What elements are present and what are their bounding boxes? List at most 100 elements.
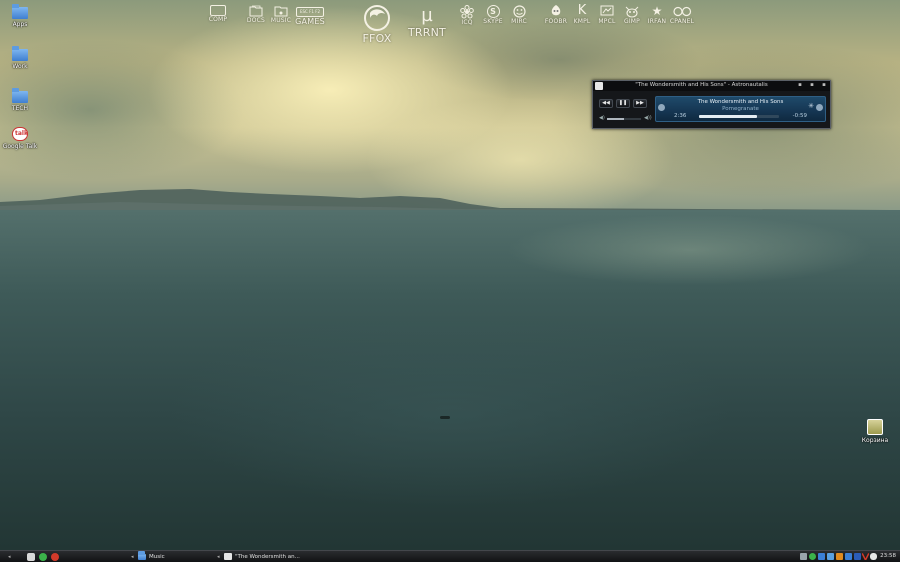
pause-button[interactable]: ❚❚ <box>616 99 630 108</box>
launcher-games[interactable]: ESC F1 F2 GAMES <box>294 7 326 26</box>
launcher-label: MUSIC <box>270 17 292 24</box>
desktop-icon-trash[interactable]: Корзина <box>855 419 895 444</box>
launcher-mirc[interactable]: MIRC <box>508 5 530 25</box>
tray-antivirus-icon[interactable] <box>862 553 869 560</box>
opera-quicklaunch-icon[interactable] <box>51 553 59 561</box>
music-icon <box>274 6 288 17</box>
seek-bar[interactable] <box>699 115 779 118</box>
launcher-docs[interactable]: DOCS <box>244 5 268 24</box>
taskbar-task-player[interactable]: "The Wondersmith an... <box>224 552 344 562</box>
mpc-icon <box>600 5 614 16</box>
desktop-icon-label: Google Talk <box>2 143 38 150</box>
now-playing-display: The Wondersmith and His Sons Pomegranate… <box>655 96 826 122</box>
task-label: "The Wondersmith an... <box>235 554 300 560</box>
quicklaunch-arrow[interactable]: ◂ <box>131 552 134 562</box>
irfanview-icon: ★ <box>651 4 663 18</box>
player-icon <box>224 553 232 560</box>
launcher-label: GAMES <box>295 17 325 26</box>
launcher-cpanel[interactable]: CPANEL <box>669 5 695 25</box>
tray-icq-icon[interactable] <box>836 553 843 560</box>
launcher-label: IRFAN <box>647 18 667 25</box>
volume-slider-fill <box>607 118 624 120</box>
display-next-icon[interactable] <box>816 104 823 111</box>
launcher-label: MPCL <box>598 18 616 25</box>
show-desktop-icon[interactable] <box>27 553 35 561</box>
launcher-label: FFOX <box>362 32 392 45</box>
desktop-icon-work[interactable]: Work <box>0 46 40 70</box>
desktop-icon-google-talk[interactable]: talk Google Talk <box>0 127 40 150</box>
launcher-ffox[interactable]: FFOX <box>357 4 397 45</box>
launcher-foobr[interactable]: FOOBR <box>544 4 568 25</box>
tray-network-icon[interactable] <box>800 553 807 560</box>
wallpaper-sea <box>0 210 900 550</box>
utorrent-quicklaunch-icon[interactable] <box>39 553 47 561</box>
tray-messenger-icon[interactable] <box>870 553 877 560</box>
album-name: Pomegranate <box>722 106 759 112</box>
player-app-icon <box>595 82 603 90</box>
tray-display-icon[interactable] <box>827 553 834 560</box>
launcher-trrnt[interactable]: µ TRRNT <box>407 5 447 40</box>
tray-bluetooth-icon[interactable] <box>854 553 861 560</box>
taskbar-clock: 23:58 <box>880 553 896 559</box>
volume-slider[interactable] <box>607 118 641 120</box>
gimp-icon <box>625 6 639 18</box>
google-talk-glyph: talk <box>15 130 28 137</box>
launcher-label: SKYPE <box>483 18 503 25</box>
launcher-mpcl[interactable]: MPCL <box>595 5 619 25</box>
taskbar-start-arrow[interactable]: ◂ <box>8 552 11 562</box>
task-label: Music <box>149 554 165 560</box>
taskbar-task-music[interactable]: Music <box>138 551 216 562</box>
desktop-icon-label: Корзина <box>861 437 889 444</box>
wallpaper-boat <box>440 416 450 419</box>
games-icon: ESC F1 F2 <box>296 7 324 17</box>
taskbar: ◂ ◂ Music ◂ "The Wondersmith an... 23:58 <box>0 550 900 562</box>
seek-bar-fill <box>699 115 758 118</box>
launcher-comp[interactable]: COMP <box>206 5 230 23</box>
launcher-label: GIMP <box>623 18 640 25</box>
launcher-label: DOCS <box>246 17 266 24</box>
task-separator-arrow: ◂ <box>217 554 220 560</box>
mirc-icon <box>512 5 526 18</box>
next-track-button[interactable]: ▶▶ <box>633 99 647 108</box>
launcher-label: COMP <box>208 16 228 23</box>
track-title: The Wondersmith and His Sons <box>697 99 784 105</box>
launcher-label: FOOBR <box>544 18 568 25</box>
launcher-label: CPANEL <box>669 18 695 25</box>
folder-icon <box>12 4 28 19</box>
launcher-label: ICQ <box>461 19 473 26</box>
player-controls: ◀◀ ❚❚ ▶▶ ◀) ◀)) <box>596 95 652 128</box>
visualizer-star-icon[interactable]: ✳ <box>808 102 814 110</box>
launcher-label: MIRC <box>511 18 527 25</box>
tray-utorrent-icon[interactable] <box>809 553 816 560</box>
elapsed-time: 2:36 <box>674 113 687 119</box>
desktop-icon-tech[interactable]: ТЕСН <box>0 88 40 112</box>
previous-track-button[interactable]: ◀◀ <box>599 99 613 108</box>
documents-icon <box>249 5 263 17</box>
tray-skype-icon[interactable] <box>818 553 825 560</box>
utorrent-icon: µ <box>421 5 433 26</box>
restore-button[interactable]: ▪ <box>808 82 816 88</box>
launcher-icq[interactable]: ICQ <box>456 5 478 26</box>
launcher-gimp[interactable]: GIMP <box>621 5 643 25</box>
foobar-icon <box>551 5 561 16</box>
launcher-irfan[interactable]: ★ IRFAN <box>645 4 669 25</box>
launcher-music[interactable]: MUSIC <box>269 5 293 24</box>
close-button[interactable]: ▪ <box>820 82 828 88</box>
volume-high-icon: ◀)) <box>644 115 652 121</box>
launcher-label: KMPL <box>573 18 591 25</box>
media-player-window[interactable]: "The Wondersmith and His Sons" - Astrona… <box>592 80 831 129</box>
icq-icon <box>460 5 474 19</box>
player-titlebar[interactable]: "The Wondersmith and His Sons" - Astrona… <box>593 81 830 91</box>
desktop-icon-label: ТЕСН <box>11 105 29 112</box>
trash-icon <box>867 419 883 435</box>
minimize-button[interactable]: ▪ <box>796 82 804 88</box>
player-window-title: "The Wondersmith and His Sons" - Astrona… <box>635 82 768 88</box>
volume-low-icon: ◀) <box>599 115 605 121</box>
desktop-icon-apps[interactable]: Apps <box>0 4 40 28</box>
tray-language-icon[interactable] <box>845 553 852 560</box>
launcher-skype[interactable]: S SKYPE <box>482 5 504 25</box>
computer-icon <box>210 5 226 16</box>
folder-icon <box>138 551 146 560</box>
firefox-icon <box>364 5 390 31</box>
launcher-kmpl[interactable]: K KMPL <box>570 4 594 26</box>
